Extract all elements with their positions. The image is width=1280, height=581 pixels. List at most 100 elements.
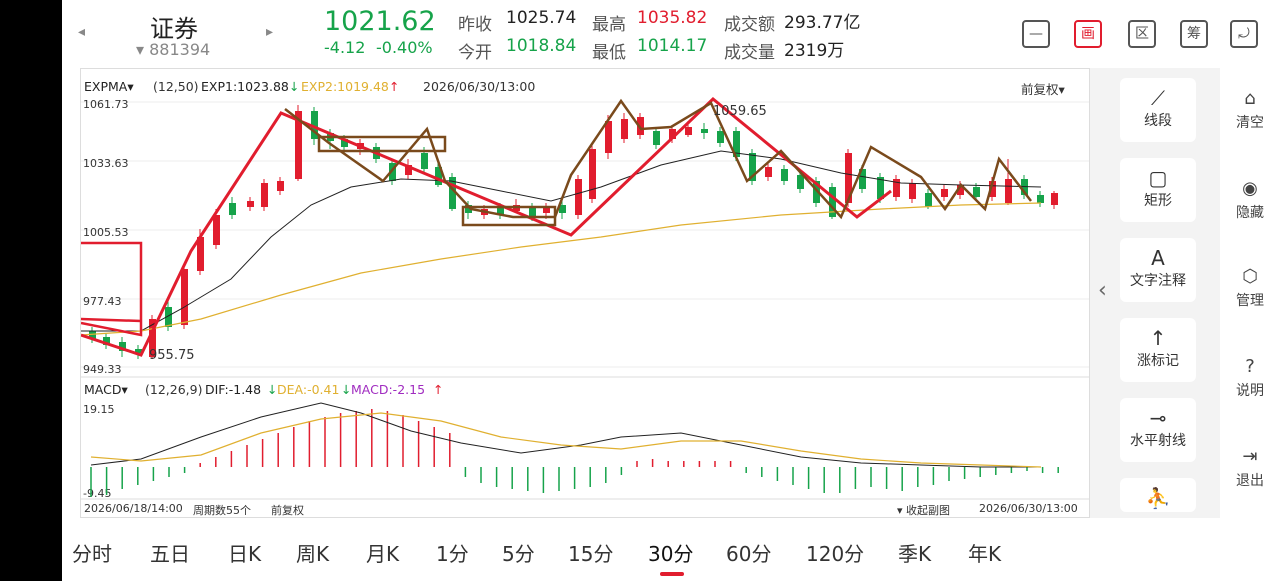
candle-body (277, 181, 284, 191)
stat-value: 1018.84 (506, 36, 577, 56)
clear-icon: ⌂ (1244, 88, 1256, 109)
candle-body (605, 121, 612, 153)
collapse-subchart-button[interactable]: ▾ 收起副图 (897, 502, 950, 518)
candle-body (421, 153, 428, 169)
current-price: 1021.62 (324, 6, 436, 37)
action-manage[interactable]: ⬡ 管理 (1220, 266, 1280, 310)
prev-stock-arrow[interactable]: ◂ (78, 24, 85, 40)
candle-body (797, 175, 804, 189)
candle-body (701, 129, 708, 133)
price-change-pct: -0.40% (376, 38, 433, 57)
text-note-icon: A (1151, 246, 1165, 270)
candle-body (765, 167, 772, 177)
candle-body (229, 203, 236, 215)
action-label: 说明 (1236, 383, 1264, 399)
tab-月K[interactable]: 月K (366, 538, 399, 567)
action-label: 管理 (1236, 293, 1264, 309)
help-icon: ? (1245, 356, 1255, 377)
y-tick-label: 1033.63 (83, 157, 129, 170)
collapse-panel-button[interactable]: ‹ (1098, 278, 1107, 303)
dif-line (90, 402, 1041, 468)
sub-indicator-select[interactable]: MACD▾ (84, 382, 128, 397)
stat-label: 最低 (592, 43, 626, 63)
stock-code: ▾ 881394 (136, 40, 211, 59)
candle-body (717, 131, 724, 143)
draw-tool-rectangle[interactable]: ▢ 矩形 (1120, 158, 1196, 222)
manage-icon: ⬡ (1242, 266, 1258, 287)
draw-tool-label: 涨标记 (1137, 353, 1179, 369)
candle-body (909, 183, 916, 199)
tab-年K[interactable]: 年K (968, 538, 1001, 567)
stat-value: 1035.82 (637, 8, 708, 28)
candle-body (653, 131, 660, 145)
macd-params: (12,26,9) (145, 382, 203, 397)
draw-tool-horizontal-ray[interactable]: ⊸ 水平射线 (1120, 398, 1196, 462)
candle-body (1005, 179, 1012, 203)
chip-icon[interactable]: 筹 (1180, 20, 1208, 48)
tab-季K[interactable]: 季K (898, 538, 931, 567)
draw-tool-rise-mark[interactable]: ↑ 涨标记 (1120, 318, 1196, 382)
next-stock-arrow[interactable]: ▸ (266, 24, 273, 40)
tab-15分[interactable]: 15分 (568, 538, 613, 567)
y-tick-label: 1005.53 (83, 226, 129, 239)
draw-tool-text-note[interactable]: A 文字注释 (1120, 238, 1196, 302)
drawn-segment-red (81, 317, 142, 323)
y-tick-label: 1061.73 (83, 98, 129, 111)
drawn-zigzag-brown (284, 98, 1032, 220)
price-chart-svg: 1061.73 1033.63 1005.53 977.43 949.33 1059.65… (81, 96, 1089, 500)
high-price-label: 1059.65 (713, 104, 767, 119)
drawing-tools-panel: ‹ ⟋ 线段 ▢ 矩形 A 文字注释 ↑ 涨标记 ⊸ 水平射线 ⛹ (1090, 68, 1220, 518)
draw-tool-label: 矩形 (1144, 193, 1172, 209)
period-tabs: 分时 五日 日K 周K 月K 1分 5分 15分 30分 60分 120分 季K 年K (62, 530, 1280, 581)
stock-name: 证券 (150, 15, 198, 43)
rectangle-icon: ▢ (1148, 166, 1168, 190)
dea-value: DEA:-0.41 (277, 382, 340, 397)
tab-日K[interactable]: 日K (228, 538, 261, 567)
low-price-label: 955.75 (149, 348, 195, 363)
stat-label: 今开 (458, 43, 492, 63)
draw-tool-more[interactable]: ⛹ (1120, 478, 1196, 512)
macd-value: MACD:-2.15 (351, 382, 426, 397)
dif-arrow: ↓ (267, 382, 278, 397)
macd-arrow: ↑ (433, 382, 444, 397)
action-clear[interactable]: ⌂ 清空 (1220, 88, 1280, 132)
tab-5分[interactable]: 5分 (502, 538, 535, 567)
stat-label: 成交量 (724, 43, 775, 63)
tab-周K[interactable]: 周K (296, 538, 329, 567)
horizontal-ray-icon: ⊸ (1149, 406, 1167, 430)
stat-value: 1014.17 (637, 36, 708, 56)
draw-tool-label: 水平射线 (1130, 433, 1186, 449)
exit-icon: ⇥ (1242, 446, 1258, 467)
candle-body (529, 207, 536, 217)
tab-分时[interactable]: 分时 (72, 538, 112, 567)
kline-chart-area[interactable]: EXPMA▾ (12,50) EXP1:1023.88 ↓ EXP2:1019.… (80, 68, 1090, 518)
candle-body (1037, 195, 1044, 203)
minimize-icon[interactable]: — (1022, 20, 1050, 48)
draw-tool-label: 线段 (1144, 113, 1172, 129)
tab-五日[interactable]: 五日 (150, 538, 190, 567)
draw-icon[interactable]: 画 (1074, 20, 1102, 48)
tab-60分[interactable]: 60分 (726, 538, 771, 567)
rise-mark-icon: ↑ (1149, 326, 1167, 350)
tab-120分[interactable]: 120分 (806, 538, 864, 567)
y-tick-label: 949.33 (83, 363, 122, 376)
dea-arrow: ↓ (341, 382, 352, 397)
candle-body (213, 215, 220, 245)
action-exit[interactable]: ⇥ 退出 (1220, 446, 1280, 490)
candle-body (247, 201, 254, 207)
draw-tool-segment[interactable]: ⟋ 线段 (1120, 78, 1196, 142)
stat-label: 昨收 (458, 15, 492, 35)
app-window: ◂ ▸ 证券 ▾ 881394 1021.62 -4.12 -0.40% 昨收 1… (62, 0, 1280, 581)
rotate-icon[interactable]: ⤾ (1230, 20, 1258, 48)
exp1-line (81, 150, 1042, 332)
candle-body (973, 187, 980, 197)
tab-30分[interactable]: 30分 (648, 538, 693, 567)
action-help[interactable]: ? 说明 (1220, 356, 1280, 400)
candle-body (685, 127, 692, 135)
candle-body (1051, 193, 1058, 205)
action-hide[interactable]: ◉ 隐藏 (1220, 178, 1280, 222)
tab-1分[interactable]: 1分 (436, 538, 469, 567)
end-time: 2026/06/30/13:00 (979, 502, 1078, 515)
range-icon[interactable]: 区 (1128, 20, 1156, 48)
stat-value: 293.77亿 (784, 13, 861, 33)
